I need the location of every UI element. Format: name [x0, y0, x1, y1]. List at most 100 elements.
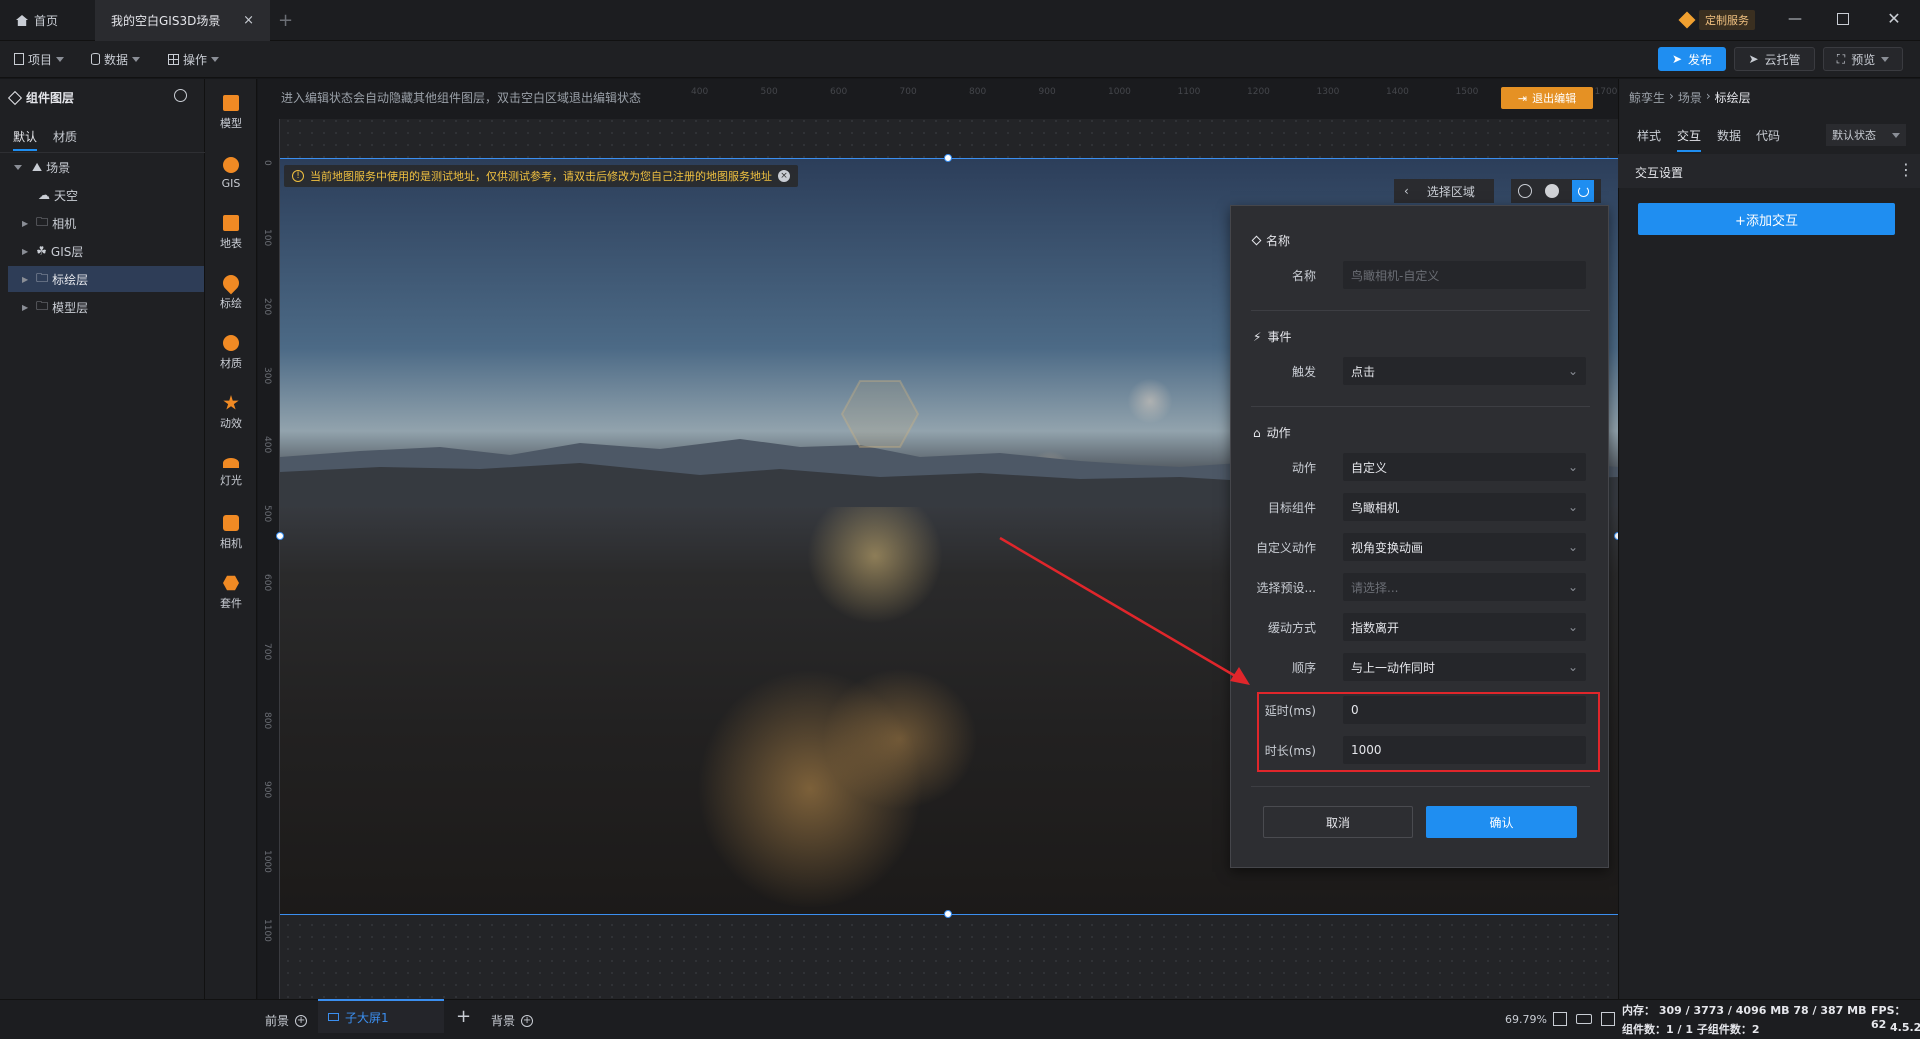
operate-menu[interactable]: 操作 — [168, 47, 220, 71]
add-circle-icon[interactable]: + — [521, 1014, 534, 1027]
tab-data[interactable]: 数据 — [1717, 127, 1741, 144]
ruler-tick-label: 700 — [899, 87, 917, 97]
tree-item-model[interactable]: ▶ 🗀 模型层 — [8, 294, 204, 320]
tab-default[interactable]: 默认 — [13, 128, 38, 151]
breadcrumb-item[interactable]: 场景 — [1678, 89, 1702, 106]
preview-label: 预览 — [1851, 52, 1876, 67]
order-select[interactable]: 与上一动作同时 ⌄ — [1343, 653, 1586, 681]
front-layer-tab[interactable]: 前景 + — [265, 1012, 308, 1029]
search-icon[interactable] — [174, 89, 187, 102]
restore-icon[interactable] — [1837, 13, 1849, 25]
tab-code[interactable]: 代码 — [1756, 127, 1780, 144]
easing-select[interactable]: 指数离开 ⌄ — [1343, 613, 1586, 641]
star-icon — [223, 395, 239, 410]
tab-scene[interactable]: 我的空白GIS3D场景 × — [95, 0, 270, 41]
pin-icon — [219, 271, 243, 295]
background-label: 背景 — [491, 1014, 516, 1028]
tree-item-plot[interactable]: ▶ 🗀 标绘层 — [8, 266, 204, 292]
icon-btn-plot[interactable]: 标绘 — [205, 266, 257, 320]
icon-btn-label: 地表 — [220, 237, 242, 250]
cancel-button[interactable]: 取消 — [1263, 806, 1413, 838]
icon-btn-camera[interactable]: 相机 — [205, 506, 257, 560]
add-interaction-button[interactable]: +添加交互 — [1638, 203, 1895, 235]
data-label: 数据 — [104, 52, 129, 67]
close-icon[interactable]: × — [778, 170, 790, 182]
close-icon[interactable]: × — [243, 13, 254, 28]
new-tab-icon[interactable]: + — [278, 10, 293, 31]
project-menu[interactable]: 项目 — [14, 47, 65, 71]
resize-handle[interactable] — [276, 532, 284, 540]
lamp-icon — [223, 458, 239, 468]
cloud-button[interactable]: ➤ 云托管 — [1734, 47, 1815, 71]
preset-select[interactable]: 请选择... ⌄ — [1343, 573, 1586, 601]
resize-handle[interactable] — [944, 154, 952, 162]
ruler-tick-label: 400 — [691, 87, 709, 97]
divider — [1251, 406, 1590, 407]
terminal-icon[interactable] — [1601, 1012, 1615, 1026]
more-icon[interactable]: ⋮ — [1898, 160, 1914, 179]
tree-item-gis[interactable]: ▶ ☘ GIS层 — [8, 238, 204, 264]
add-circle-icon[interactable]: + — [295, 1014, 308, 1027]
ruler-tick-label: 1700 — [1594, 87, 1618, 97]
icon-btn-model[interactable]: 模型 — [205, 86, 257, 140]
add-screen-icon[interactable]: + — [456, 1006, 471, 1027]
preview-button[interactable]: ⛶ 预览 — [1823, 47, 1903, 71]
icon-btn-material[interactable]: 材质 — [205, 326, 257, 380]
custom-service-button[interactable]: 定制服务 — [1678, 10, 1755, 30]
icon-btn-label: 相机 — [220, 537, 242, 550]
grid-icon — [168, 53, 179, 65]
trigger-select[interactable]: 点击 ⌄ — [1343, 357, 1586, 385]
confirm-button[interactable]: 确认 — [1426, 806, 1577, 838]
data-menu[interactable]: 数据 — [91, 47, 141, 71]
tab-label: 我的空白GIS3D场景 — [111, 14, 221, 28]
icon-btn-effect[interactable]: 动效 — [205, 386, 257, 440]
action-select[interactable]: 自定义 ⌄ — [1343, 453, 1586, 481]
duration-input[interactable]: 1000 — [1343, 736, 1586, 764]
tab-material[interactable]: 材质 — [53, 128, 77, 145]
sphere-icon[interactable] — [1544, 184, 1559, 198]
custom-action-select[interactable]: 视角变换动画 ⌄ — [1343, 533, 1586, 561]
delay-input[interactable]: 0 — [1343, 696, 1586, 724]
chevron-down-icon — [14, 164, 22, 170]
tab-home[interactable]: 首页 — [0, 0, 92, 41]
folder-icon: 🗀 — [36, 298, 49, 313]
tab-style[interactable]: 样式 — [1637, 127, 1661, 144]
background-layer-tab[interactable]: 背景 + — [491, 1012, 534, 1029]
state-select[interactable]: 默认状态 — [1826, 124, 1906, 146]
zoom-level[interactable]: 69.79% — [1505, 1013, 1547, 1026]
tree-item-scene[interactable]: ⛰ 场景 — [8, 154, 204, 180]
tree-item-sky[interactable]: ☁ 天空 — [8, 182, 204, 208]
exit-edit-button[interactable]: ⇥ 退出编辑 — [1501, 87, 1593, 109]
icon-btn-gis[interactable]: GIS — [205, 146, 257, 200]
resize-handle[interactable] — [944, 910, 952, 918]
name-input[interactable]: 鸟瞰相机-自定义 — [1343, 261, 1586, 289]
tree-item-label: 模型层 — [52, 300, 89, 315]
chevron-down-icon: ⌄ — [1567, 460, 1578, 474]
select-region-button[interactable]: ‹ 选择区域 — [1394, 179, 1494, 203]
publish-button[interactable]: ➤ 发布 — [1658, 47, 1726, 71]
breadcrumb-item[interactable]: 鲸孪生 — [1629, 89, 1665, 106]
sub-screen-tab[interactable]: 子大屏1 — [318, 999, 444, 1033]
rotate-icon[interactable] — [1572, 180, 1595, 202]
action-section-header: ⌂ 动作 — [1253, 424, 1291, 441]
chevron-right-icon: ▶ — [22, 218, 29, 228]
icon-btn-terrain[interactable]: 地表 — [205, 206, 257, 260]
target-component-select[interactable]: 鸟瞰相机 ⌄ — [1343, 493, 1586, 521]
model-icon — [223, 95, 239, 111]
exit-edit-label: 退出编辑 — [1532, 92, 1577, 105]
ruler-tick-label: 500 — [262, 505, 272, 523]
icon-btn-label: 套件 — [220, 597, 242, 610]
minimize-icon[interactable]: — — [1787, 11, 1803, 27]
tab-interaction[interactable]: 交互 — [1677, 127, 1702, 152]
close-window-icon[interactable]: ✕ — [1886, 9, 1902, 28]
fit-screen-icon[interactable] — [1553, 1012, 1567, 1026]
chevron-right-icon: ▶ — [22, 274, 29, 284]
icon-btn-kit[interactable]: 套件 — [205, 566, 257, 620]
material-icon — [223, 335, 239, 351]
tree-item-camera[interactable]: ▶ 🗀 相机 — [8, 210, 204, 236]
camera-icon — [223, 515, 239, 531]
icon-btn-light[interactable]: 灯光 — [205, 446, 257, 500]
keyboard-icon[interactable] — [1576, 1014, 1592, 1024]
chevron-right-icon: ▶ — [22, 302, 29, 312]
globe-icon[interactable] — [1517, 184, 1532, 198]
